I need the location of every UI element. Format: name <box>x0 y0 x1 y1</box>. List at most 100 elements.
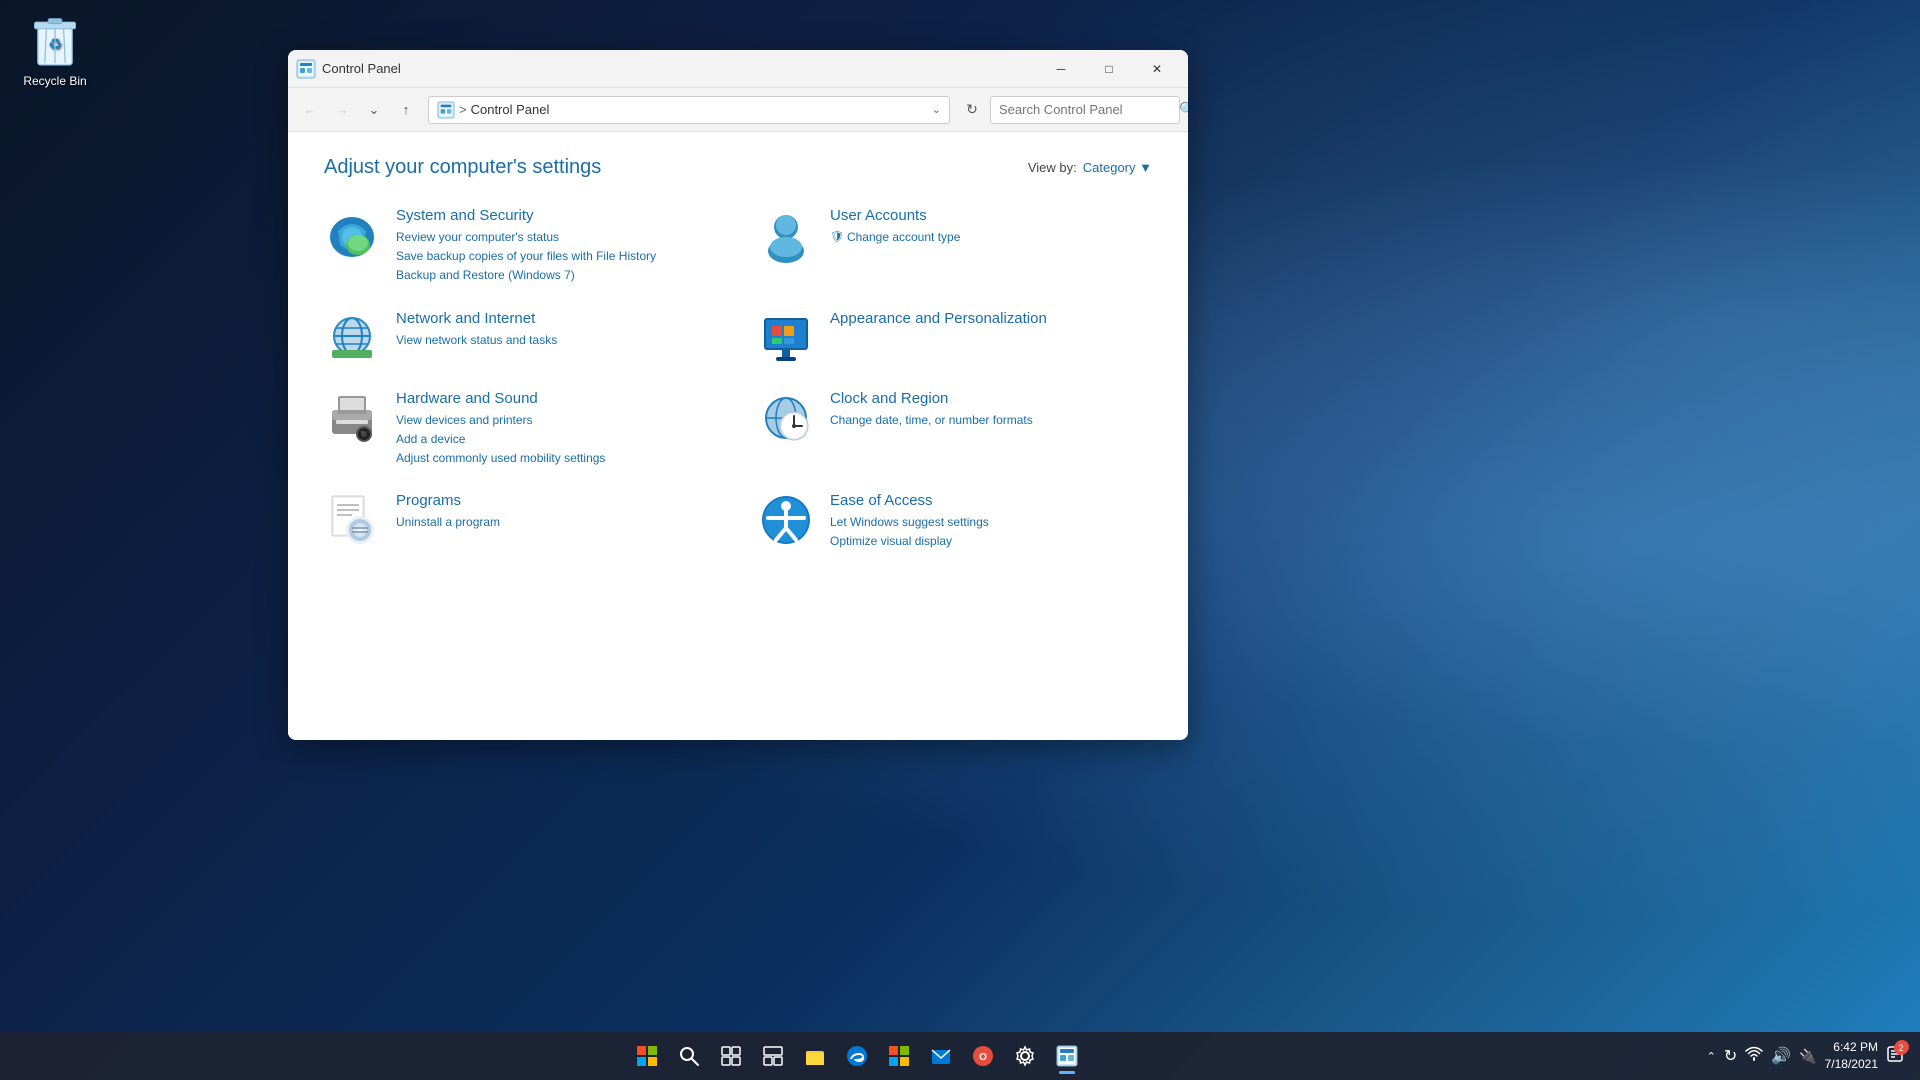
search-input[interactable] <box>999 102 1175 117</box>
address-path: Control Panel <box>471 102 928 117</box>
user-accounts-text: User Accounts 🛡Change account type <box>830 207 960 247</box>
close-button[interactable]: ✕ <box>1134 53 1180 85</box>
address-chevron-icon[interactable]: ⌄ <box>932 103 941 116</box>
snap-layout-button[interactable] <box>753 1036 793 1076</box>
start-button[interactable] <box>627 1036 667 1076</box>
windows-logo-icon <box>636 1045 658 1067</box>
notification-center-button[interactable]: 2 <box>1886 1045 1904 1068</box>
category-appearance[interactable]: Appearance and Personalization <box>758 310 1152 366</box>
ease-of-access-text: Ease of Access Let Windows suggest setti… <box>830 492 989 551</box>
maximize-button[interactable]: □ <box>1086 53 1132 85</box>
control-panel-window: Control Panel ─ □ ✕ ← → ⌄ ↑ > Control Pa… <box>288 50 1188 740</box>
categories-grid: System and Security Review your computer… <box>324 207 1152 552</box>
taskbar-system-tray: ⌃ ↻ 🔊 🔌 6:42 PM 7/18/2021 <box>1707 1039 1912 1073</box>
system-security-link-2[interactable]: Save backup copies of your files with Fi… <box>396 247 656 266</box>
file-explorer-button[interactable] <box>795 1036 835 1076</box>
office-button[interactable]: O <box>963 1036 1003 1076</box>
category-hardware-sound[interactable]: Hardware and Sound View devices and prin… <box>324 390 718 469</box>
category-clock-region[interactable]: Clock and Region Change date, time, or n… <box>758 390 1152 469</box>
microsoft-store-button[interactable] <box>879 1036 919 1076</box>
titlebar-controls: ─ □ ✕ <box>1038 53 1180 85</box>
search-bar[interactable]: 🔍 <box>990 96 1180 124</box>
programs-title[interactable]: Programs <box>396 492 500 509</box>
mail-button[interactable] <box>921 1036 961 1076</box>
taskbar-search-button[interactable] <box>669 1036 709 1076</box>
recycle-bin-label: Recycle Bin <box>23 74 86 88</box>
view-by-label: View by: <box>1028 160 1077 175</box>
category-programs[interactable]: Programs Uninstall a program <box>324 492 718 551</box>
address-bar[interactable]: > Control Panel ⌄ <box>428 96 950 124</box>
hardware-sound-link-3[interactable]: Adjust commonly used mobility settings <box>396 449 605 468</box>
mail-icon <box>930 1045 952 1067</box>
taskbar-search-icon <box>679 1046 699 1066</box>
system-security-text: System and Security Review your computer… <box>396 207 656 286</box>
forward-button[interactable]: → <box>328 96 356 124</box>
edge-icon <box>846 1045 868 1067</box>
wifi-icon[interactable] <box>1745 1046 1763 1067</box>
network-internet-title[interactable]: Network and Internet <box>396 310 557 327</box>
ease-of-access-title[interactable]: Ease of Access <box>830 492 989 509</box>
category-user-accounts[interactable]: User Accounts 🛡Change account type <box>758 207 1152 286</box>
programs-text: Programs Uninstall a program <box>396 492 500 532</box>
up-button[interactable]: ↑ <box>392 96 420 124</box>
recent-locations-button[interactable]: ⌄ <box>360 96 388 124</box>
settings-icon <box>1014 1045 1036 1067</box>
office-icon: O <box>972 1045 994 1067</box>
content-area: Adjust your computer's settings View by:… <box>288 132 1188 740</box>
search-icon[interactable]: 🔍 <box>1179 101 1188 118</box>
taskbar-time[interactable]: 6:42 PM 7/18/2021 <box>1825 1039 1878 1073</box>
system-security-link-1[interactable]: Review your computer's status <box>396 228 656 247</box>
hardware-sound-link-2[interactable]: Add a device <box>396 430 605 449</box>
recycle-bin-icon[interactable]: ♻ Recycle Bin <box>10 10 100 88</box>
hardware-sound-text: Hardware and Sound View devices and prin… <box>396 390 605 469</box>
taskbar-clock: 6:42 PM <box>1825 1039 1878 1056</box>
user-accounts-link-1[interactable]: 🛡Change account type <box>830 228 960 247</box>
recycle-bin-svg: ♻ <box>25 10 85 70</box>
ease-of-access-link-1[interactable]: Let Windows suggest settings <box>830 513 989 532</box>
ease-of-access-link-2[interactable]: Optimize visual display <box>830 532 989 551</box>
view-by-dropdown[interactable]: Category ▼ <box>1083 160 1152 175</box>
programs-link-1[interactable]: Uninstall a program <box>396 513 500 532</box>
titlebar-icon <box>296 59 316 79</box>
category-network-internet[interactable]: Network and Internet View network status… <box>324 310 718 366</box>
network-internet-link-1[interactable]: View network status and tasks <box>396 331 557 350</box>
snap-layout-icon <box>763 1046 783 1066</box>
ease-of-access-icon <box>758 492 814 548</box>
titlebar: Control Panel ─ □ ✕ <box>288 50 1188 88</box>
hardware-sound-link-1[interactable]: View devices and printers <box>396 411 605 430</box>
system-security-link-3[interactable]: Backup and Restore (Windows 7) <box>396 266 656 285</box>
system-tray-expand[interactable]: ⌃ <box>1707 1050 1716 1063</box>
notification-count: 2 <box>1895 1040 1909 1054</box>
clock-region-icon <box>758 390 814 446</box>
category-ease-of-access[interactable]: Ease of Access Let Windows suggest setti… <box>758 492 1152 551</box>
svg-text:O: O <box>979 1052 987 1063</box>
control-panel-taskbar-button[interactable] <box>1047 1036 1087 1076</box>
edge-browser-button[interactable] <box>837 1036 877 1076</box>
clock-region-text: Clock and Region Change date, time, or n… <box>830 390 1033 430</box>
minimize-button[interactable]: ─ <box>1038 53 1084 85</box>
battery-icon[interactable]: 🔌 <box>1799 1048 1816 1065</box>
clock-region-link-1[interactable]: Change date, time, or number formats <box>830 411 1033 430</box>
clock-region-title[interactable]: Clock and Region <box>830 390 1033 407</box>
refresh-icon[interactable]: ↻ <box>1724 1046 1737 1066</box>
hardware-sound-icon <box>324 390 380 446</box>
taskbar-date: 7/18/2021 <box>1825 1056 1878 1073</box>
page-title: Adjust your computer's settings <box>324 156 601 179</box>
volume-icon[interactable]: 🔊 <box>1771 1046 1791 1066</box>
taskbar: O ⌃ ↻ <box>0 1032 1920 1080</box>
task-view-button[interactable] <box>711 1036 751 1076</box>
view-by-value: Category <box>1083 160 1136 175</box>
settings-button[interactable] <box>1005 1036 1045 1076</box>
network-internet-icon <box>324 310 380 366</box>
file-explorer-icon <box>804 1045 826 1067</box>
user-accounts-title[interactable]: User Accounts <box>830 207 960 224</box>
appearance-title[interactable]: Appearance and Personalization <box>830 310 1047 327</box>
hardware-sound-title[interactable]: Hardware and Sound <box>396 390 605 407</box>
category-system-security[interactable]: System and Security Review your computer… <box>324 207 718 286</box>
system-security-title[interactable]: System and Security <box>396 207 656 224</box>
refresh-button[interactable]: ↻ <box>958 96 986 124</box>
notification-icon <box>1886 1045 1904 1063</box>
content-header: Adjust your computer's settings View by:… <box>324 156 1152 179</box>
network-internet-text: Network and Internet View network status… <box>396 310 557 350</box>
back-button[interactable]: ← <box>296 96 324 124</box>
